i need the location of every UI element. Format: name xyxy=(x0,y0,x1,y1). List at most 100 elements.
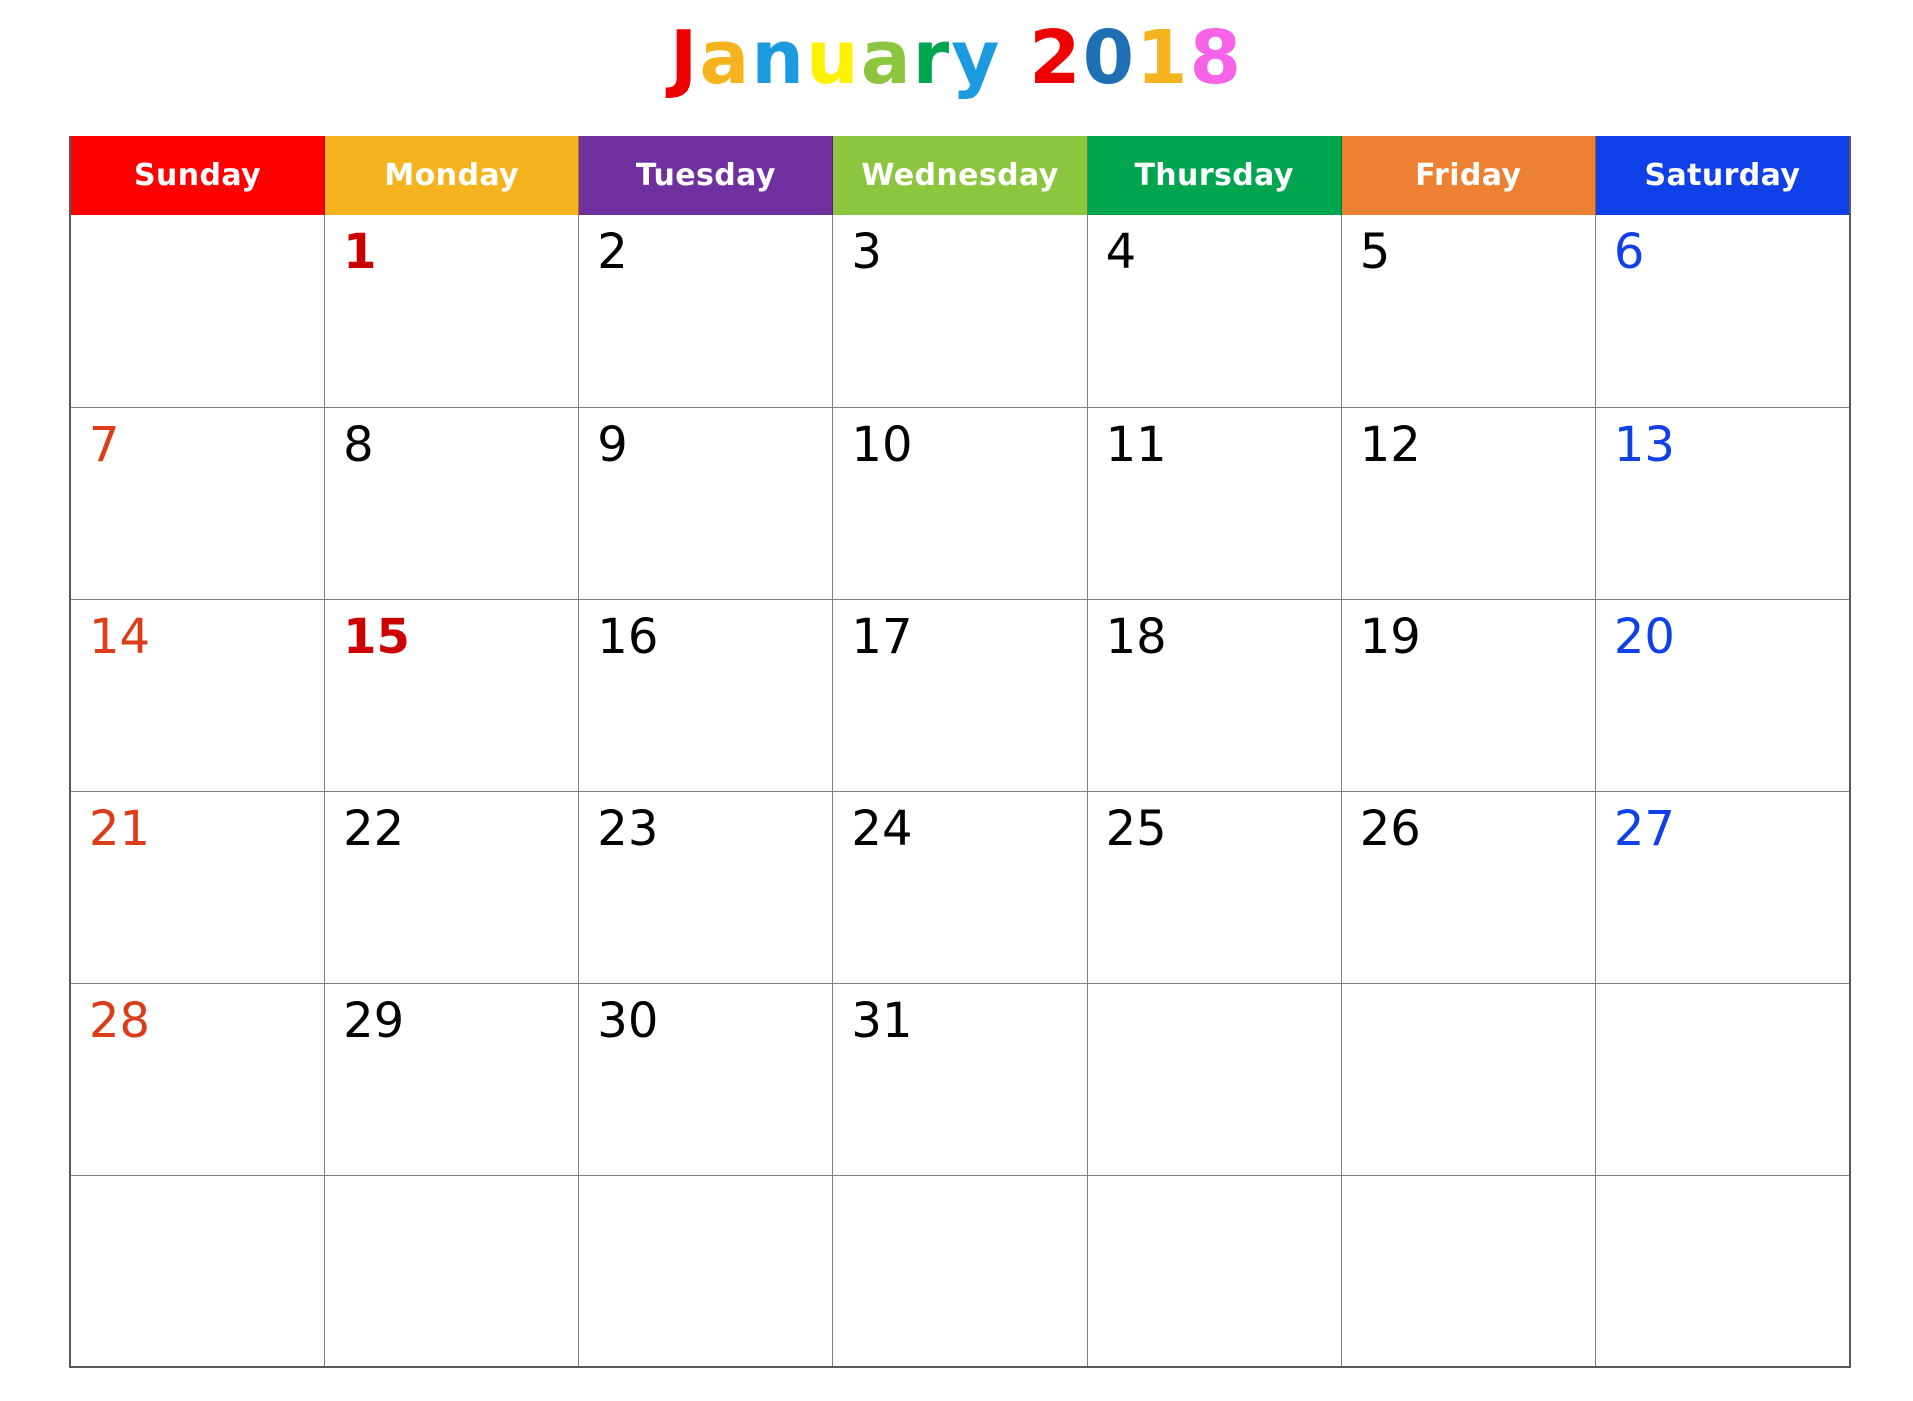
day-number: 29 xyxy=(343,993,405,1049)
title-letter: r xyxy=(912,15,952,101)
day-cell-11[interactable]: 11 xyxy=(1087,407,1342,599)
day-number: 20 xyxy=(1613,609,1675,665)
title-letter: y xyxy=(951,15,1002,101)
day-cell-21[interactable]: 21 xyxy=(71,791,326,983)
page-title: January 2018 xyxy=(0,10,1913,106)
day-number: 8 xyxy=(343,417,374,473)
day-number: 31 xyxy=(851,993,913,1049)
day-cell-6[interactable]: 6 xyxy=(1595,215,1849,407)
day-number: 4 xyxy=(1105,224,1137,280)
day-number: 26 xyxy=(1359,801,1421,857)
day-number: 12 xyxy=(1359,417,1421,473)
day-cell-26[interactable]: 26 xyxy=(1341,791,1596,983)
weekday-header-monday: Monday xyxy=(325,136,580,215)
title-letter: a xyxy=(699,15,752,101)
day-cell-empty[interactable] xyxy=(71,1175,326,1366)
day-number: 11 xyxy=(1105,417,1167,473)
day-cell-28[interactable]: 28 xyxy=(71,983,326,1175)
weekday-header-friday: Friday xyxy=(1341,136,1596,215)
day-cell-18[interactable]: 18 xyxy=(1087,599,1342,791)
weekday-header-row: Sunday Monday Tuesday Wednesday Thursday Frid… xyxy=(71,136,1849,215)
day-cell-empty[interactable] xyxy=(1341,983,1596,1175)
day-number: 25 xyxy=(1105,801,1167,857)
title-letter xyxy=(1001,15,1029,101)
title-letter: n xyxy=(751,15,807,101)
weekday-header-thursday: Thursday xyxy=(1087,136,1342,215)
day-number: 30 xyxy=(597,993,659,1049)
calendar-grid: Sunday Monday Tuesday Wednesday Thursday Frid… xyxy=(69,136,1851,1368)
day-number: 17 xyxy=(851,609,913,665)
day-number: 27 xyxy=(1613,801,1675,857)
day-number: 24 xyxy=(851,801,913,857)
day-cell-31[interactable]: 31 xyxy=(833,983,1088,1175)
title-letter: J xyxy=(669,15,700,101)
day-number: 16 xyxy=(597,609,659,665)
calendar-week-row: 7 8 9 10 11 12 13 xyxy=(71,407,1849,599)
day-number: 9 xyxy=(597,417,628,473)
day-cell-16[interactable]: 16 xyxy=(579,599,834,791)
title-letter: 1 xyxy=(1136,15,1190,101)
day-cell-23[interactable]: 23 xyxy=(579,791,834,983)
day-cell-empty[interactable] xyxy=(1087,983,1342,1175)
day-number: 15 xyxy=(343,609,410,665)
day-number: 6 xyxy=(1613,224,1645,280)
day-cell-9[interactable]: 9 xyxy=(579,407,834,599)
day-number: 23 xyxy=(597,801,659,857)
day-cell-27[interactable]: 27 xyxy=(1595,791,1849,983)
day-number: 1 xyxy=(343,224,377,280)
day-cell-empty[interactable] xyxy=(579,1175,834,1366)
day-cell-empty[interactable] xyxy=(833,1175,1088,1366)
day-cell-29[interactable]: 29 xyxy=(325,983,580,1175)
day-number: 14 xyxy=(89,609,151,665)
day-number: 19 xyxy=(1359,609,1421,665)
calendar-week-row: 28 29 30 31 xyxy=(71,983,1849,1175)
day-cell-empty[interactable] xyxy=(1595,983,1849,1175)
day-cell-14[interactable]: 14 xyxy=(71,599,326,791)
day-number: 28 xyxy=(89,993,151,1049)
day-cell-10[interactable]: 10 xyxy=(833,407,1088,599)
day-number: 3 xyxy=(851,224,882,280)
day-cell-13[interactable]: 13 xyxy=(1595,407,1849,599)
calendar-week-row xyxy=(71,1175,1849,1366)
day-number: 2 xyxy=(597,224,628,280)
title-letter: 2 xyxy=(1029,15,1083,101)
day-cell-empty[interactable] xyxy=(325,1175,580,1366)
day-cell-3[interactable]: 3 xyxy=(833,215,1088,407)
weekday-header-wednesday: Wednesday xyxy=(833,136,1088,215)
day-cell-8[interactable]: 8 xyxy=(325,407,580,599)
title-letter: 0 xyxy=(1082,15,1137,101)
day-number: 5 xyxy=(1359,224,1391,280)
day-cell-7[interactable]: 7 xyxy=(71,407,326,599)
calendar-week-row: 21 22 23 24 25 26 27 xyxy=(71,791,1849,983)
day-number: 21 xyxy=(89,801,151,857)
day-cell-17[interactable]: 17 xyxy=(833,599,1088,791)
title-letter: 8 xyxy=(1189,15,1244,101)
day-cell-20[interactable]: 20 xyxy=(1595,599,1849,791)
day-cell-1[interactable]: 1 xyxy=(325,215,580,407)
day-cell-22[interactable]: 22 xyxy=(325,791,580,983)
day-number: 7 xyxy=(89,417,120,473)
day-cell-25[interactable]: 25 xyxy=(1087,791,1342,983)
title-letter: u xyxy=(806,15,861,101)
day-cell-empty[interactable] xyxy=(1341,1175,1596,1366)
day-cell-empty[interactable] xyxy=(71,215,326,407)
day-cell-5[interactable]: 5 xyxy=(1341,215,1596,407)
day-cell-24[interactable]: 24 xyxy=(833,791,1088,983)
day-cell-4[interactable]: 4 xyxy=(1087,215,1342,407)
day-cell-12[interactable]: 12 xyxy=(1341,407,1596,599)
day-cell-empty[interactable] xyxy=(1595,1175,1849,1366)
day-cell-30[interactable]: 30 xyxy=(579,983,834,1175)
day-cell-2[interactable]: 2 xyxy=(579,215,834,407)
calendar-weeks: 1 2 3 4 5 6 7 8 9 10 11 12 13 14 15 16 17 18 19 20 21 22 23 24 2… xyxy=(71,215,1849,1366)
day-number: 13 xyxy=(1613,417,1675,473)
weekday-header-tuesday: Tuesday xyxy=(579,136,834,215)
weekday-header-sunday: Sunday xyxy=(71,136,326,215)
day-number: 10 xyxy=(851,417,913,473)
day-cell-15[interactable]: 15 xyxy=(325,599,580,791)
calendar-page: January 2018 Sunday Monday Tuesday Wednesda… xyxy=(0,0,1913,1401)
day-cell-19[interactable]: 19 xyxy=(1341,599,1596,791)
day-cell-empty[interactable] xyxy=(1087,1175,1342,1366)
calendar-week-row: 14 15 16 17 18 19 20 xyxy=(71,599,1849,791)
day-number: 18 xyxy=(1105,609,1167,665)
calendar-week-row: 1 2 3 4 5 6 xyxy=(71,215,1849,407)
